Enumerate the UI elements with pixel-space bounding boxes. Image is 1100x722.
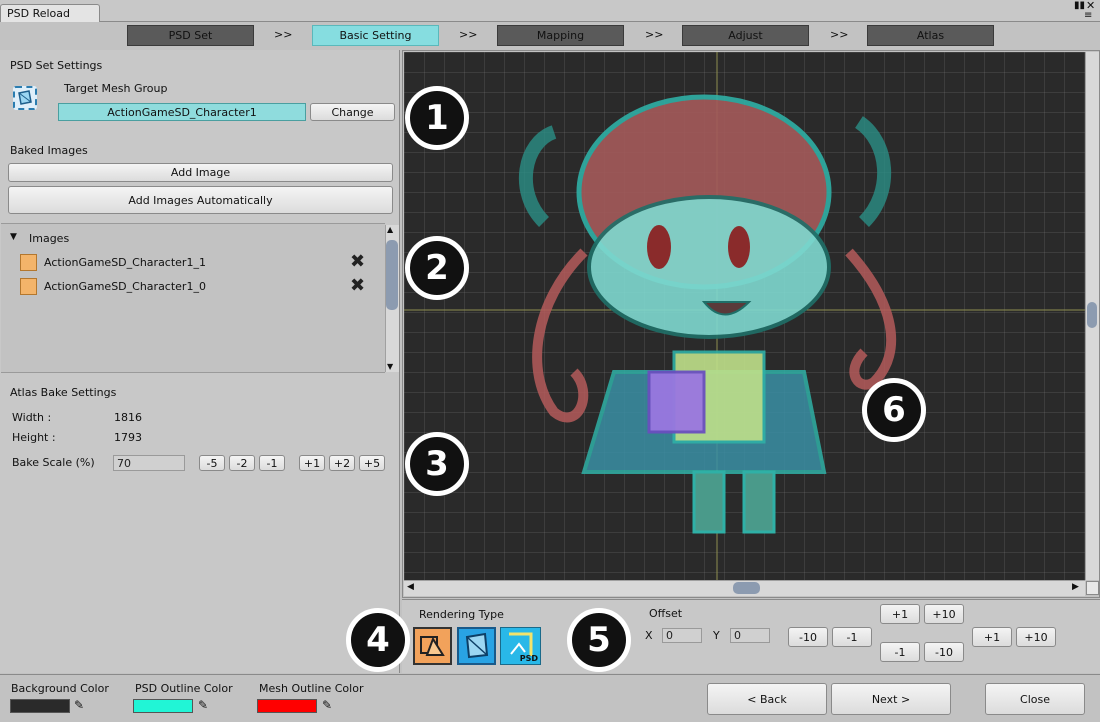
- scroll-left-icon[interactable]: ◀: [407, 582, 414, 592]
- bake-scale-plus2-button[interactable]: +2: [329, 455, 355, 471]
- background-color-swatch[interactable]: [10, 699, 70, 713]
- psd-outline-color-swatch[interactable]: [133, 699, 193, 713]
- scroll-up-icon[interactable]: ▲: [387, 225, 393, 234]
- baked-images-section-title: Baked Images: [10, 144, 88, 157]
- scroll-corner: [1086, 581, 1099, 595]
- step-adjust[interactable]: Adjust: [682, 25, 809, 46]
- psd-tag: PSD: [519, 654, 538, 663]
- scroll-right-icon[interactable]: ▶: [1072, 582, 1079, 592]
- menu-icon[interactable]: ≡: [1084, 10, 1092, 21]
- step-basic-setting[interactable]: Basic Setting: [312, 25, 439, 46]
- height-value: 1793: [114, 431, 142, 444]
- bake-scale-plus1-button[interactable]: +1: [299, 455, 325, 471]
- step-label: Basic Setting: [339, 29, 412, 42]
- bake-scale-minus2-button[interactable]: -2: [229, 455, 255, 471]
- list-item-label: ActionGameSD_Character1_0: [44, 280, 206, 293]
- step-atlas[interactable]: Atlas: [867, 25, 994, 46]
- image-file-icon: [20, 278, 37, 295]
- step-psd-set[interactable]: PSD Set: [127, 25, 254, 46]
- window-tab-title: PSD Reload: [7, 7, 71, 20]
- offset-y-minus1-button[interactable]: -1: [880, 642, 920, 662]
- badge-5: 5: [567, 608, 631, 672]
- list-item[interactable]: ActionGameSD_Character1_0 ✖: [18, 275, 378, 297]
- mesh-group-icon: [13, 86, 37, 110]
- width-value: 1816: [114, 411, 142, 424]
- target-mesh-group-field[interactable]: ActionGameSD_Character1: [58, 103, 306, 121]
- close-button[interactable]: Close: [985, 683, 1085, 715]
- offset-y-plus10-button[interactable]: +10: [924, 604, 964, 624]
- badge-2: 2: [405, 236, 469, 300]
- eyedropper-icon[interactable]: ✎: [74, 698, 84, 712]
- preview-canvas[interactable]: [404, 52, 1085, 580]
- badge-4: 4: [346, 608, 410, 672]
- step-label: Atlas: [916, 29, 945, 42]
- collapse-icon[interactable]: ▼: [10, 232, 17, 242]
- character-preview: [404, 52, 1085, 580]
- offset-x-minus10-button[interactable]: -10: [788, 627, 828, 647]
- mesh-outline-color-swatch[interactable]: [257, 699, 317, 713]
- psd-set-section-title: PSD Set Settings: [10, 59, 103, 72]
- offset-y-input[interactable]: 0: [730, 628, 770, 643]
- add-image-button[interactable]: Add Image: [8, 163, 393, 182]
- mesh-outline-color-label: Mesh Outline Color: [259, 682, 364, 695]
- background-color-label: Background Color: [11, 682, 109, 695]
- offset-y-minus10-button[interactable]: -10: [924, 642, 964, 662]
- step-label: Mapping: [536, 29, 585, 42]
- offset-y-plus1-button[interactable]: +1: [880, 604, 920, 624]
- images-list: [1, 223, 385, 373]
- back-button[interactable]: < Back: [707, 683, 827, 715]
- next-button[interactable]: Next >: [831, 683, 951, 715]
- step-separator: >>: [830, 28, 849, 41]
- list-item-label: ActionGameSD_Character1_1: [44, 256, 206, 269]
- list-item[interactable]: ActionGameSD_Character1_1 ✖: [18, 251, 378, 273]
- scroll-down-icon[interactable]: ▼: [387, 362, 393, 371]
- step-mapping[interactable]: Mapping: [497, 25, 624, 46]
- badge-1: 1: [405, 86, 469, 150]
- bake-scale-input[interactable]: 70: [113, 455, 185, 471]
- images-list-header: Images: [29, 232, 70, 245]
- bake-scale-plus5-button[interactable]: +5: [359, 455, 385, 471]
- atlas-bake-section-title: Atlas Bake Settings: [10, 386, 117, 399]
- offset-x-input[interactable]: 0: [662, 628, 702, 643]
- badge-3: 3: [405, 432, 469, 496]
- eyedropper-icon[interactable]: ✎: [198, 698, 208, 712]
- badge-6: 6: [862, 378, 926, 442]
- remove-icon[interactable]: ✖: [350, 251, 365, 272]
- step-label: Adjust: [728, 29, 763, 42]
- remove-icon[interactable]: ✖: [350, 275, 365, 296]
- offset-x-plus10-button[interactable]: +10: [1016, 627, 1056, 647]
- rendering-type-title: Rendering Type: [419, 608, 504, 621]
- title-bar: [0, 0, 1100, 22]
- step-separator: >>: [459, 28, 478, 41]
- offset-y-label: Y: [713, 629, 720, 642]
- change-button[interactable]: Change: [310, 103, 395, 121]
- width-label: Width :: [12, 411, 52, 424]
- window-tab[interactable]: PSD Reload: [0, 4, 100, 23]
- offset-x-plus1-button[interactable]: +1: [972, 627, 1012, 647]
- step-separator: >>: [274, 28, 293, 41]
- render-psd-outline-icon-button[interactable]: PSD: [500, 627, 541, 665]
- bake-scale-minus5-button[interactable]: -5: [199, 455, 225, 471]
- image-file-icon: [20, 254, 37, 271]
- target-mesh-group-label: Target Mesh Group: [64, 82, 168, 95]
- bake-scale-minus1-button[interactable]: -1: [259, 455, 285, 471]
- psd-outline-color-label: PSD Outline Color: [135, 682, 233, 695]
- bake-scale-label: Bake Scale (%): [12, 456, 95, 469]
- step-label: PSD Set: [168, 29, 213, 42]
- canvas-vertical-scroll-thumb[interactable]: [1087, 302, 1097, 328]
- render-psd-icon-button[interactable]: [413, 627, 452, 665]
- add-images-automatically-button[interactable]: Add Images Automatically: [8, 186, 393, 214]
- offset-x-minus1-button[interactable]: -1: [832, 627, 872, 647]
- render-mesh-icon-button[interactable]: [457, 627, 496, 665]
- eyedropper-icon[interactable]: ✎: [322, 698, 332, 712]
- canvas-horizontal-scroll-thumb[interactable]: [733, 582, 760, 594]
- step-separator: >>: [645, 28, 664, 41]
- offset-x-label: X: [645, 629, 653, 642]
- images-list-scroll-thumb[interactable]: [386, 240, 398, 310]
- offset-title: Offset: [649, 607, 683, 620]
- height-label: Height :: [12, 431, 56, 444]
